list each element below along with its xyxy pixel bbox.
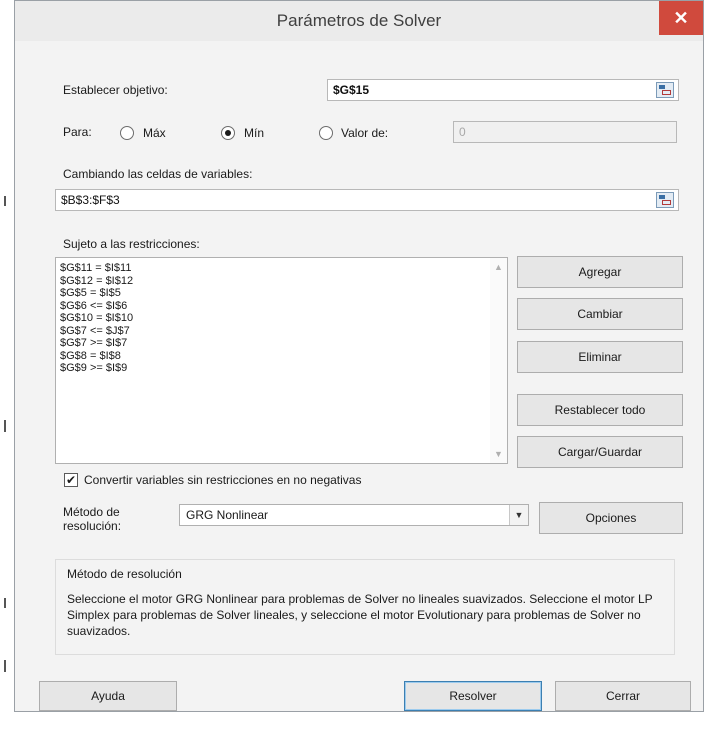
radio-min[interactable] xyxy=(221,126,235,140)
help-button-label: Ayuda xyxy=(91,689,125,703)
radio-value-of-label: Valor de: xyxy=(341,126,389,140)
method-label: Método de resolución: xyxy=(63,505,122,533)
radio-max-label: Máx xyxy=(143,126,166,140)
options-button-label: Opciones xyxy=(585,511,637,525)
scroll-up-icon[interactable]: ▲ xyxy=(490,262,507,272)
background-edge-mark xyxy=(4,660,6,672)
close-button-label: Cerrar xyxy=(605,689,640,703)
method-select[interactable]: GRG Nonlinear ▼ xyxy=(179,504,529,526)
solve-button[interactable]: Resolver xyxy=(404,681,542,711)
close-button[interactable]: Cerrar xyxy=(555,681,691,711)
reset-all-button-label: Restablecer todo xyxy=(554,403,646,417)
options-button[interactable]: Opciones xyxy=(539,502,683,534)
background-edge-mark xyxy=(4,598,6,608)
load-save-button-label: Cargar/Guardar xyxy=(557,445,643,459)
radio-max[interactable] xyxy=(120,126,134,140)
nonnegative-label: Convertir variables sin restricciones en… xyxy=(84,473,362,487)
nonnegative-checkbox[interactable]: ✔ xyxy=(64,473,78,487)
constraints-list[interactable]: $G$11 = $I$11 $G$12 = $I$12 $G$5 = $I$5 … xyxy=(55,257,508,464)
method-group-title: Método de resolución xyxy=(67,567,182,581)
change-button-label: Cambiar xyxy=(577,307,623,321)
solve-button-label: Resolver xyxy=(449,689,497,703)
list-item[interactable]: $G$7 >= $I$7 xyxy=(56,337,507,350)
delete-button[interactable]: Eliminar xyxy=(517,341,683,373)
delete-button-label: Eliminar xyxy=(578,350,622,364)
variables-input[interactable]: $B$3:$F$3 xyxy=(55,189,679,211)
list-item[interactable]: $G$5 = $I$5 xyxy=(56,287,507,300)
list-item[interactable]: $G$12 = $I$12 xyxy=(56,275,507,288)
list-item[interactable]: $G$10 = $I$10 xyxy=(56,312,507,325)
range-select-icon[interactable] xyxy=(656,192,674,208)
chevron-down-icon[interactable]: ▼ xyxy=(509,505,528,525)
radio-value-of[interactable] xyxy=(319,126,333,140)
add-button[interactable]: Agregar xyxy=(517,256,683,288)
objective-input[interactable]: $G$15 xyxy=(327,79,679,101)
method-description-text: Seleccione el motor GRG Nonlinear para p… xyxy=(67,592,653,638)
list-item[interactable]: $G$11 = $I$11 xyxy=(56,262,507,275)
add-button-label: Agregar xyxy=(578,265,622,279)
list-item[interactable]: $G$7 <= $J$7 xyxy=(56,325,507,338)
list-item[interactable]: $G$9 >= $I$9 xyxy=(56,362,507,375)
title-bar[interactable]: Parámetros de Solver ✕ xyxy=(15,1,703,41)
value-of-input[interactable]: 0 xyxy=(453,121,677,143)
scroll-down-icon[interactable]: ▼ xyxy=(490,449,507,459)
method-select-value: GRG Nonlinear xyxy=(186,508,269,522)
objective-label: Establecer objetivo: xyxy=(63,83,168,97)
to-label: Para: xyxy=(63,125,92,139)
load-save-button[interactable]: Cargar/Guardar xyxy=(517,436,683,468)
change-button[interactable]: Cambiar xyxy=(517,298,683,330)
reset-all-button[interactable]: Restablecer todo xyxy=(517,394,683,426)
range-select-icon[interactable] xyxy=(656,82,674,98)
solver-dialog: Parámetros de Solver ✕ Establecer objeti… xyxy=(14,0,704,712)
radio-min-label: Mín xyxy=(244,126,265,140)
window-title: Parámetros de Solver xyxy=(276,11,442,30)
help-button[interactable]: Ayuda xyxy=(39,681,177,711)
variables-label: Cambiando las celdas de variables: xyxy=(63,167,253,181)
background-edge-mark xyxy=(4,420,6,432)
background-edge-mark xyxy=(4,196,6,206)
list-item[interactable]: $G$8 = $I$8 xyxy=(56,350,507,363)
constraints-scrollbar[interactable]: ▲ ▼ xyxy=(490,258,507,463)
close-icon[interactable]: ✕ xyxy=(659,1,703,35)
constraints-label: Sujeto a las restricciones: xyxy=(63,237,200,251)
list-item[interactable]: $G$6 <= $I$6 xyxy=(56,300,507,313)
